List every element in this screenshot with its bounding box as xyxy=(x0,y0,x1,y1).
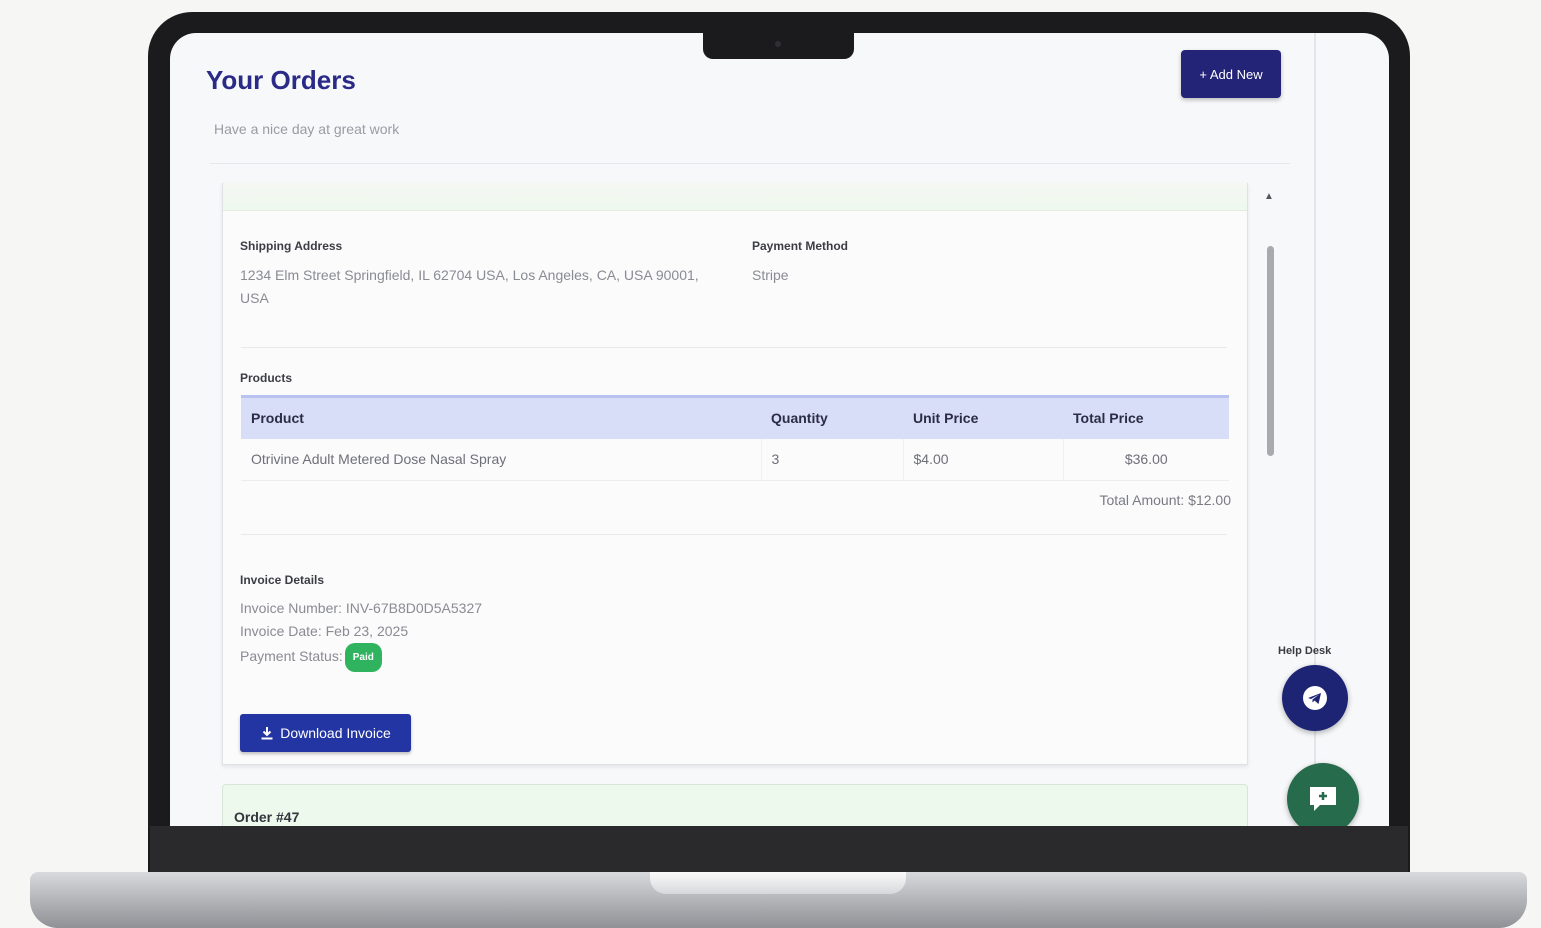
shipping-address-label: Shipping Address xyxy=(240,239,343,253)
product-name-cell: Otrivine Adult Metered Dose Nasal Spray xyxy=(241,438,762,481)
status-badge: Paid xyxy=(344,643,382,672)
chat-icon xyxy=(1310,787,1336,811)
column-header-product: Product xyxy=(241,395,761,439)
camera-notch xyxy=(703,33,854,59)
quantity-cell: 3 xyxy=(761,438,904,481)
payment-status: Payment Status: Paid xyxy=(240,643,382,672)
order-card-expanded: Shipping Address 1234 Elm Street Springf… xyxy=(222,183,1248,765)
screen: Your Orders Have a nice day at great wor… xyxy=(170,33,1389,826)
header-divider xyxy=(210,163,1290,164)
column-header-unit-price: Unit Price xyxy=(903,395,1063,439)
order-card-header[interactable] xyxy=(223,183,1247,211)
laptop-base-notch xyxy=(650,872,906,894)
scroll-up-arrow-icon[interactable]: ▲ xyxy=(1264,191,1274,202)
section-divider xyxy=(241,534,1227,535)
payment-method-value: Stripe xyxy=(752,267,789,283)
telegram-icon xyxy=(1303,686,1327,710)
section-divider xyxy=(241,347,1227,348)
table-header-row: Product Quantity Unit Price Total Price xyxy=(241,395,1229,439)
download-invoice-button[interactable]: Download Invoice xyxy=(240,714,411,752)
download-icon xyxy=(261,727,273,740)
unit-price-cell: $4.00 xyxy=(903,438,1064,481)
add-new-button[interactable]: + Add New xyxy=(1181,50,1281,98)
scrollbar-thumb[interactable] xyxy=(1267,246,1274,456)
column-header-total-price: Total Price xyxy=(1063,395,1229,439)
total-price-cell: $36.00 xyxy=(1063,438,1229,481)
invoice-date: Invoice Date: Feb 23, 2025 xyxy=(240,623,409,639)
chat-button[interactable] xyxy=(1287,763,1359,826)
payment-status-label: Payment Status: xyxy=(240,648,343,665)
help-desk-button[interactable] xyxy=(1282,665,1348,731)
order-title: Order #47 xyxy=(234,809,300,825)
laptop-mockup: Your Orders Have a nice day at great wor… xyxy=(0,0,1541,928)
invoice-number: Invoice Number: INV-67B8D0D5A5327 xyxy=(240,600,483,616)
column-header-quantity: Quantity xyxy=(761,395,903,439)
payment-method-label: Payment Method xyxy=(752,239,849,253)
page-subtitle: Have a nice day at great work xyxy=(214,121,400,137)
invoice-details-label: Invoice Details xyxy=(240,573,325,587)
page-title: Your Orders xyxy=(206,65,356,95)
download-invoice-label: Download Invoice xyxy=(280,725,391,741)
shipping-address-value: 1234 Elm Street Springfield, IL 62704 US… xyxy=(240,267,699,306)
products-label: Products xyxy=(240,371,293,385)
laptop-bezel xyxy=(150,826,1408,874)
total-amount: Total Amount: $12.00 xyxy=(1099,492,1231,508)
products-table: Product Quantity Unit Price Total Price … xyxy=(241,395,1229,481)
table-row: Otrivine Adult Metered Dose Nasal Spray … xyxy=(241,438,1229,481)
help-desk-label: Help Desk xyxy=(1278,645,1332,657)
order-card-collapsed[interactable]: Order #47 xyxy=(222,784,1248,826)
